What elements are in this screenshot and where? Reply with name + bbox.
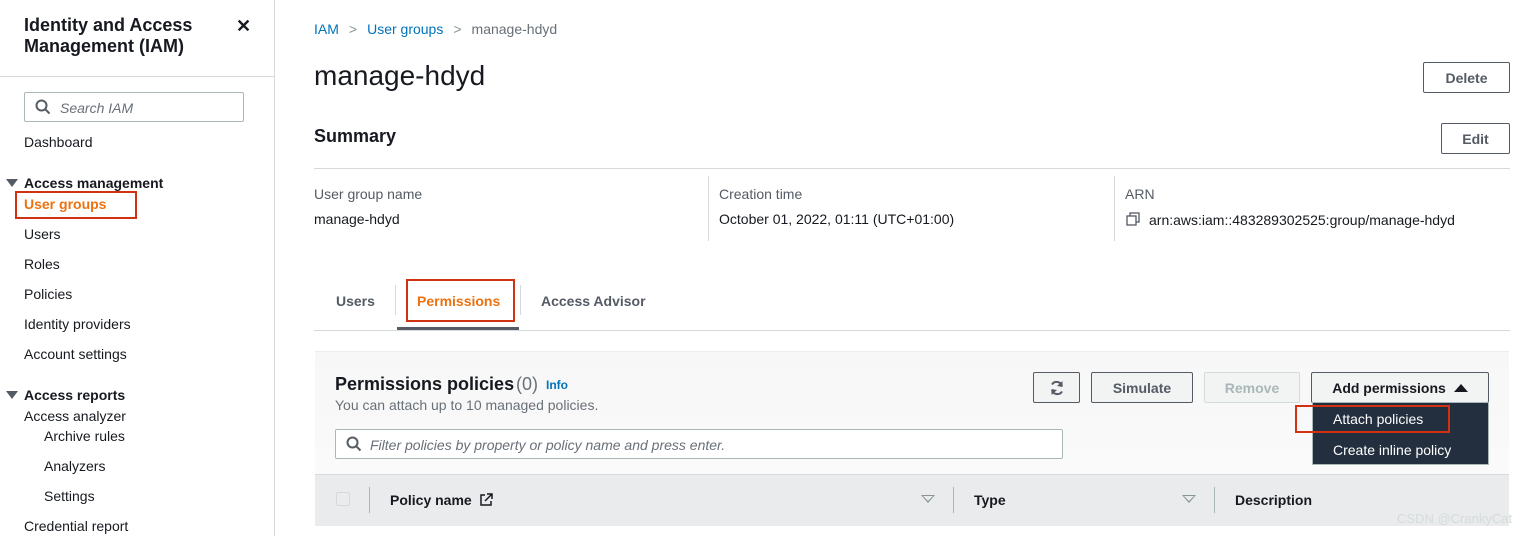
simulate-button[interactable]: Simulate — [1091, 372, 1193, 403]
sidebar-item-users[interactable]: Users — [24, 226, 61, 242]
tabs-divider — [314, 330, 1510, 331]
search-iam-input[interactable]: Search IAM — [24, 92, 244, 122]
filter-policies-input[interactable]: Filter policies by property or policy na… — [335, 429, 1063, 459]
tab-users[interactable]: Users — [336, 293, 375, 309]
sidebar-item-analyzers[interactable]: Analyzers — [44, 458, 105, 474]
chevron-right-icon: > — [348, 21, 358, 37]
menu-item-create-inline-policy[interactable]: Create inline policy — [1333, 442, 1451, 458]
highlight-box — [406, 279, 515, 322]
sidebar-item-credential-report[interactable]: Credential report — [24, 518, 128, 534]
column-divider — [1214, 487, 1215, 513]
search-icon — [35, 99, 51, 115]
tab-access-advisor[interactable]: Access Advisor — [541, 293, 646, 309]
sidebar-item-dashboard[interactable]: Dashboard — [24, 134, 93, 150]
chevron-right-icon: > — [453, 21, 462, 37]
sidebar: Identity and Access Management (IAM) ✕ S… — [0, 0, 275, 536]
delete-button[interactable]: Delete — [1423, 62, 1510, 93]
search-placeholder: Search IAM — [60, 100, 134, 116]
tab-divider — [395, 285, 396, 315]
highlight-box — [15, 191, 137, 219]
group-name-value: manage-hdyd — [314, 211, 400, 227]
sidebar-item-settings[interactable]: Settings — [44, 488, 95, 504]
permissions-panel: Permissions policies (0) Info You can at… — [315, 351, 1509, 526]
main-content: IAM > User groups > manage-hdyd manage-hdyd … — [275, 0, 1533, 536]
search-icon — [346, 436, 362, 452]
highlight-box — [1295, 405, 1450, 433]
permissions-count: (0) — [516, 374, 538, 394]
breadcrumb-user-groups[interactable]: User groups — [367, 21, 443, 37]
column-header-policy-name[interactable]: Policy name — [390, 492, 493, 508]
sidebar-item-access-analyzer[interactable]: Access analyzer — [24, 408, 126, 424]
creation-time-value: October 01, 2022, 01:11 (UTC+01:00) — [719, 211, 955, 227]
arn-label: ARN — [1125, 186, 1155, 202]
sidebar-item-archive-rules[interactable]: Archive rules — [44, 428, 125, 444]
caret-down-icon — [6, 179, 18, 187]
creation-time-label: Creation time — [719, 186, 803, 202]
sidebar-section-label: Access reports — [24, 387, 126, 403]
group-name-label: User group name — [314, 186, 423, 202]
select-all-checkbox[interactable] — [336, 492, 350, 506]
page-title: manage-hdyd — [314, 60, 486, 91]
breadcrumb-current: manage-hdyd — [471, 21, 558, 37]
refresh-icon — [1050, 380, 1063, 395]
sidebar-section-label: Access management — [24, 175, 164, 191]
summary-divider — [314, 168, 1510, 169]
filter-placeholder: Filter policies by property or policy na… — [370, 437, 726, 453]
column-header-description: Description — [1235, 492, 1313, 508]
breadcrumb: IAM > User groups > manage-hdyd — [314, 21, 557, 37]
arn-value: arn:aws:iam::483289302525:group/manage-h… — [1149, 212, 1455, 228]
caret-down-icon — [6, 391, 18, 399]
sidebar-divider — [0, 76, 274, 77]
copy-icon[interactable] — [1126, 212, 1140, 226]
permissions-title: Permissions policies — [335, 374, 515, 394]
sidebar-section-access-reports[interactable]: Access reports — [6, 387, 125, 403]
column-divider — [369, 487, 370, 513]
info-link[interactable]: Info — [546, 378, 568, 392]
watermark: CSDN @CrankyCat — [1397, 511, 1513, 526]
permissions-subtitle: You can attach up to 10 managed policies… — [335, 397, 599, 413]
remove-button[interactable]: Remove — [1204, 372, 1300, 403]
sidebar-section-access-management[interactable]: Access management — [6, 175, 163, 191]
edit-button[interactable]: Edit — [1441, 123, 1510, 154]
column-label: Policy name — [390, 492, 472, 508]
sort-icon[interactable] — [1182, 495, 1196, 503]
breadcrumb-iam[interactable]: IAM — [314, 21, 339, 37]
external-link-icon — [479, 493, 493, 506]
caret-up-icon — [1453, 383, 1468, 392]
summary-title: Summary — [314, 126, 397, 146]
add-permissions-button[interactable]: Add permissions — [1311, 372, 1489, 403]
column-divider — [1114, 176, 1115, 241]
sidebar-item-roles[interactable]: Roles — [24, 256, 60, 272]
tab-divider — [520, 285, 521, 315]
sidebar-item-account-settings[interactable]: Account settings — [24, 346, 127, 362]
close-icon[interactable]: ✕ — [236, 16, 251, 37]
column-divider — [953, 487, 954, 513]
sidebar-item-identity-providers[interactable]: Identity providers — [24, 316, 131, 332]
column-divider — [708, 176, 709, 241]
sort-icon[interactable] — [921, 495, 935, 503]
table-header: Policy name Type Description — [315, 474, 1509, 526]
column-header-type[interactable]: Type — [974, 492, 1006, 508]
sidebar-item-policies[interactable]: Policies — [24, 286, 72, 302]
add-permissions-label: Add permissions — [1332, 379, 1446, 396]
refresh-button[interactable] — [1033, 372, 1080, 403]
sidebar-title: Identity and Access Management (IAM) — [24, 15, 193, 56]
